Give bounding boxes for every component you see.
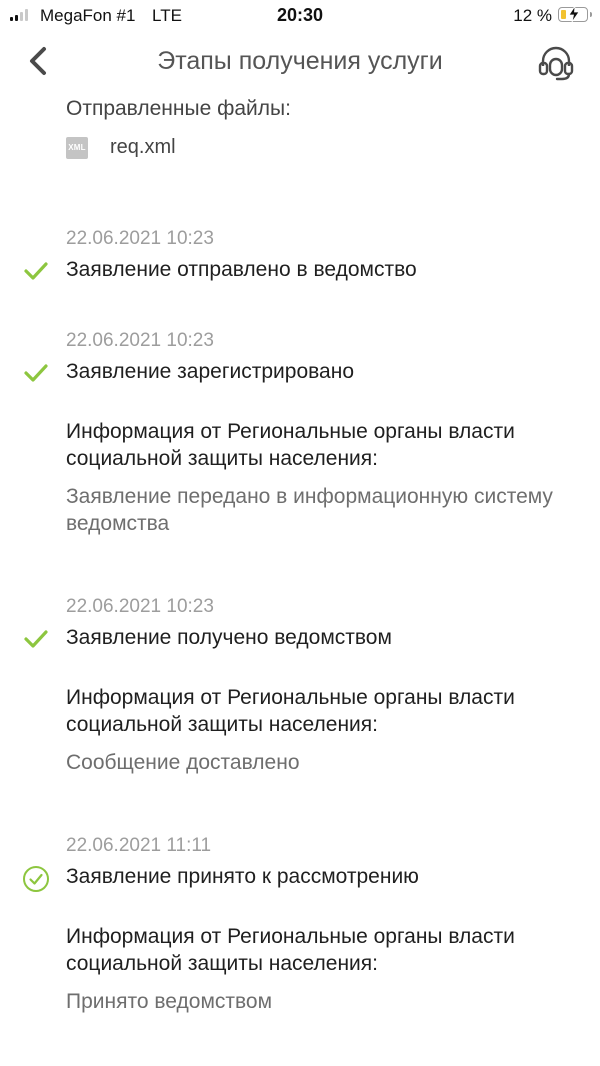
stage-info-text: Принято ведомством bbox=[66, 990, 273, 1013]
status-time: 20:30 bbox=[276, 5, 324, 25]
stage-info-label: Информация от Региональные органы власти… bbox=[66, 686, 515, 736]
check-circle-icon bbox=[23, 866, 49, 892]
stage-info-text: Заявление передано в информационную сист… bbox=[66, 485, 553, 535]
stage-title: Заявление зарегистрировано bbox=[66, 360, 355, 383]
sent-files-label: Отправленные файлы: bbox=[66, 97, 291, 120]
stage-date: 22.06.2021 10:23 bbox=[66, 596, 214, 617]
page-title: Этапы получения услуги bbox=[157, 47, 443, 75]
stage-title: Заявление получено ведомством bbox=[66, 626, 392, 649]
status-bar: MegaFon #1 LTE 20:30 12 % bbox=[0, 0, 600, 32]
navigation-header: Этапы получения услуги bbox=[0, 32, 600, 90]
stage-date: 22.06.2021 11:11 bbox=[66, 835, 212, 856]
stage-info-label: Информация от Региональные органы власти… bbox=[66, 420, 515, 470]
stage-title: Заявление принято к рассмотрению bbox=[66, 865, 419, 888]
stage-title: Заявление отправлено в ведомство bbox=[66, 258, 417, 281]
check-icon bbox=[24, 364, 48, 382]
stage-info-text: Сообщение доставлено bbox=[66, 751, 300, 774]
battery-icon bbox=[558, 6, 592, 22]
charging-bolt-icon bbox=[568, 6, 580, 22]
file-name[interactable]: req.xml bbox=[110, 136, 176, 159]
stage-date: 22.06.2021 10:23 bbox=[66, 330, 214, 351]
check-icon bbox=[24, 262, 48, 280]
battery-percentage: 12 % bbox=[513, 6, 552, 25]
stage-date: 22.06.2021 10:23 bbox=[66, 228, 214, 249]
stage-info-label: Информация от Региональные органы власти… bbox=[66, 925, 515, 975]
xml-file-icon: XML bbox=[66, 136, 88, 159]
check-icon bbox=[24, 630, 48, 648]
headset-icon bbox=[538, 46, 574, 81]
file-item[interactable]: XML req.xml bbox=[66, 136, 176, 159]
support-button[interactable] bbox=[536, 42, 576, 82]
